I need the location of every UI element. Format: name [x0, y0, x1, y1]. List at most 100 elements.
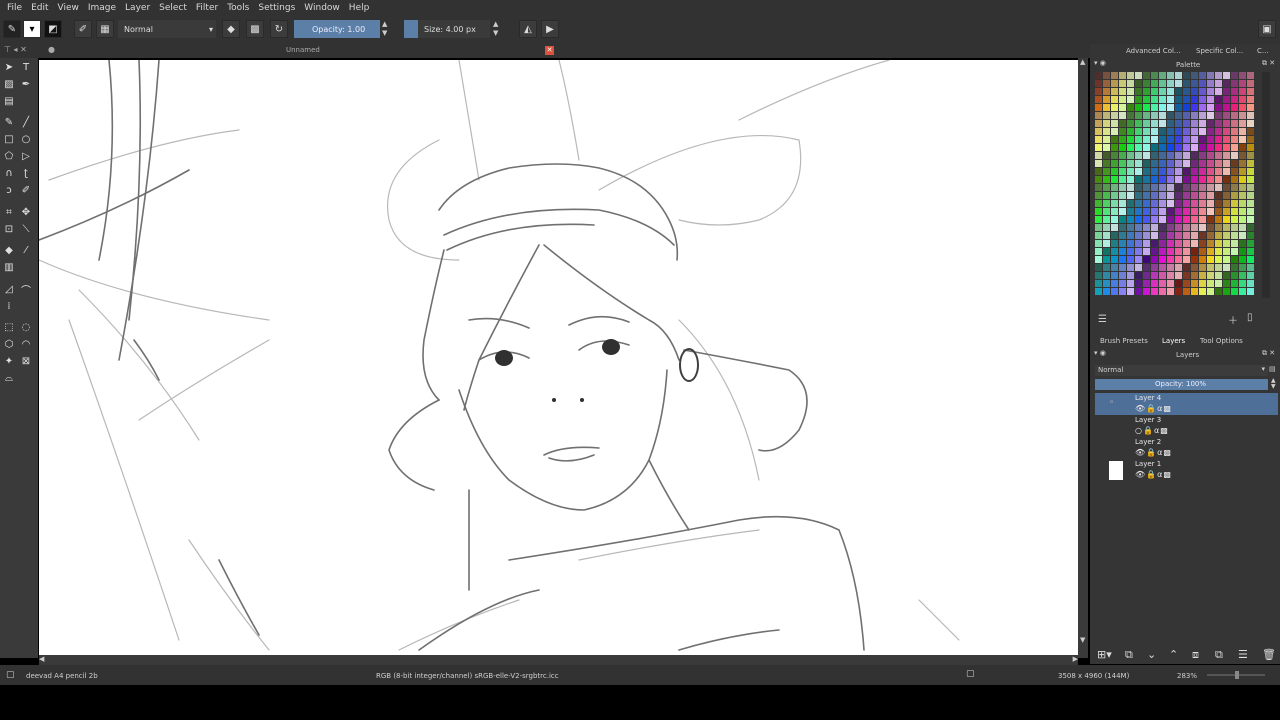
palette-swatch[interactable]: [1247, 144, 1254, 151]
palette-swatch[interactable]: [1151, 280, 1158, 287]
palette-swatch[interactable]: [1175, 144, 1182, 151]
palette-swatch[interactable]: [1143, 200, 1150, 207]
palette-swatch[interactable]: [1183, 192, 1190, 199]
menu-window[interactable]: Window: [304, 3, 340, 13]
palette-swatch[interactable]: [1135, 200, 1142, 207]
palette-swatch[interactable]: [1103, 144, 1110, 151]
palette-swatch[interactable]: [1111, 248, 1118, 255]
palette-swatch[interactable]: [1151, 240, 1158, 247]
palette-swatch[interactable]: [1167, 112, 1174, 119]
palette-swatch[interactable]: [1239, 80, 1246, 87]
palette-swatch[interactable]: [1143, 128, 1150, 135]
palette-swatch[interactable]: [1199, 248, 1206, 255]
palette-swatch[interactable]: [1167, 88, 1174, 95]
blend-mode-select[interactable]: Normal ▾: [118, 20, 216, 38]
palette-swatch[interactable]: [1119, 72, 1126, 79]
palette-swatch[interactable]: [1223, 128, 1230, 135]
edit-shapes-icon[interactable]: ▨: [2, 77, 16, 91]
palette-swatch[interactable]: [1103, 80, 1110, 87]
palette-swatch[interactable]: [1095, 176, 1102, 183]
palette-swatch[interactable]: [1151, 256, 1158, 263]
palette-swatch[interactable]: [1159, 200, 1166, 207]
palette-swatch[interactable]: [1183, 184, 1190, 191]
opacity-slider[interactable]: Opacity: 1.00: [294, 20, 380, 38]
palette-swatch[interactable]: [1215, 112, 1222, 119]
palette-swatch[interactable]: [1247, 280, 1254, 287]
palette-swatch[interactable]: [1111, 232, 1118, 239]
palette-swatch[interactable]: [1143, 112, 1150, 119]
palette-swatch[interactable]: [1167, 120, 1174, 127]
palette-swatch[interactable]: [1143, 160, 1150, 167]
menu-select[interactable]: Select: [159, 3, 187, 13]
palette-swatch[interactable]: [1191, 272, 1198, 279]
palette-swatch[interactable]: [1223, 104, 1230, 111]
palette-swatch[interactable]: [1239, 240, 1246, 247]
palette-swatch[interactable]: [1199, 288, 1206, 295]
palette-swatch[interactable]: [1247, 128, 1254, 135]
palette-swatch[interactable]: [1119, 80, 1126, 87]
palette-swatch-grid[interactable]: [1095, 72, 1255, 298]
palette-swatch[interactable]: [1119, 288, 1126, 295]
palette-swatch[interactable]: [1095, 280, 1102, 287]
palette-swatch[interactable]: [1247, 232, 1254, 239]
palette-swatch[interactable]: [1223, 112, 1230, 119]
palette-swatch[interactable]: [1175, 288, 1182, 295]
palette-swatch[interactable]: [1191, 288, 1198, 295]
mirror-vertical-button[interactable]: ▶: [541, 20, 559, 38]
palette-swatch[interactable]: [1151, 168, 1158, 175]
palette-swatch[interactable]: [1159, 272, 1166, 279]
freehand-brush-icon[interactable]: ✎: [2, 115, 16, 129]
palette-swatch[interactable]: [1183, 272, 1190, 279]
palette-swatch[interactable]: [1231, 120, 1238, 127]
palette-swatch[interactable]: [1095, 192, 1102, 199]
palette-swatch[interactable]: [1111, 264, 1118, 271]
palette-swatch[interactable]: [1239, 200, 1246, 207]
eraser-mode-button[interactable]: ◆: [222, 20, 240, 38]
palette-swatch[interactable]: [1127, 240, 1134, 247]
measure-tool-icon[interactable]: ⟍: [19, 222, 33, 236]
palette-swatch[interactable]: [1183, 200, 1190, 207]
palette-swatch[interactable]: [1167, 160, 1174, 167]
palette-swatch[interactable]: [1135, 96, 1142, 103]
palette-swatch[interactable]: [1223, 184, 1230, 191]
palette-swatch[interactable]: [1199, 112, 1206, 119]
layer-row[interactable]: Layer 2 👁🔒α▩: [1095, 437, 1278, 459]
palette-swatch[interactable]: [1143, 288, 1150, 295]
palette-swatch[interactable]: [1231, 200, 1238, 207]
palette-swatch[interactable]: [1175, 240, 1182, 247]
palette-swatch[interactable]: [1167, 72, 1174, 79]
palette-swatch[interactable]: [1103, 152, 1110, 159]
palette-swatch[interactable]: [1135, 224, 1142, 231]
menu-image[interactable]: Image: [88, 3, 116, 13]
palette-swatch[interactable]: [1207, 272, 1214, 279]
palette-swatch[interactable]: [1223, 264, 1230, 271]
contiguous-select-icon[interactable]: ✦: [2, 354, 16, 368]
move-layer-up-icon[interactable]: ⌃: [1169, 648, 1178, 661]
palette-swatch[interactable]: [1135, 128, 1142, 135]
palette-swatch[interactable]: [1111, 224, 1118, 231]
palette-swatch[interactable]: [1127, 288, 1134, 295]
zoom-slider[interactable]: [1207, 671, 1265, 679]
palette-swatch[interactable]: [1159, 176, 1166, 183]
palette-swatch[interactable]: [1175, 136, 1182, 143]
palette-swatch[interactable]: [1103, 200, 1110, 207]
palette-swatch[interactable]: [1095, 200, 1102, 207]
palette-swatch[interactable]: [1207, 192, 1214, 199]
palette-swatch[interactable]: [1135, 120, 1142, 127]
palette-swatch[interactable]: [1199, 176, 1206, 183]
palette-swatch[interactable]: [1207, 200, 1214, 207]
palette-swatch[interactable]: [1159, 248, 1166, 255]
palette-swatch[interactable]: [1175, 216, 1182, 223]
palette-swatch[interactable]: [1223, 88, 1230, 95]
palette-swatch[interactable]: [1183, 256, 1190, 263]
palette-swatch[interactable]: [1159, 208, 1166, 215]
palette-swatch[interactable]: [1231, 104, 1238, 111]
palette-swatch[interactable]: [1215, 200, 1222, 207]
palette-swatch[interactable]: [1127, 120, 1134, 127]
bezier-tool-icon[interactable]: ∩: [2, 166, 16, 180]
palette-swatch[interactable]: [1103, 184, 1110, 191]
fill-tool-icon[interactable]: ◆: [2, 243, 16, 257]
palette-swatch[interactable]: [1167, 248, 1174, 255]
palette-swatch[interactable]: [1111, 112, 1118, 119]
palette-swatch[interactable]: [1111, 216, 1118, 223]
